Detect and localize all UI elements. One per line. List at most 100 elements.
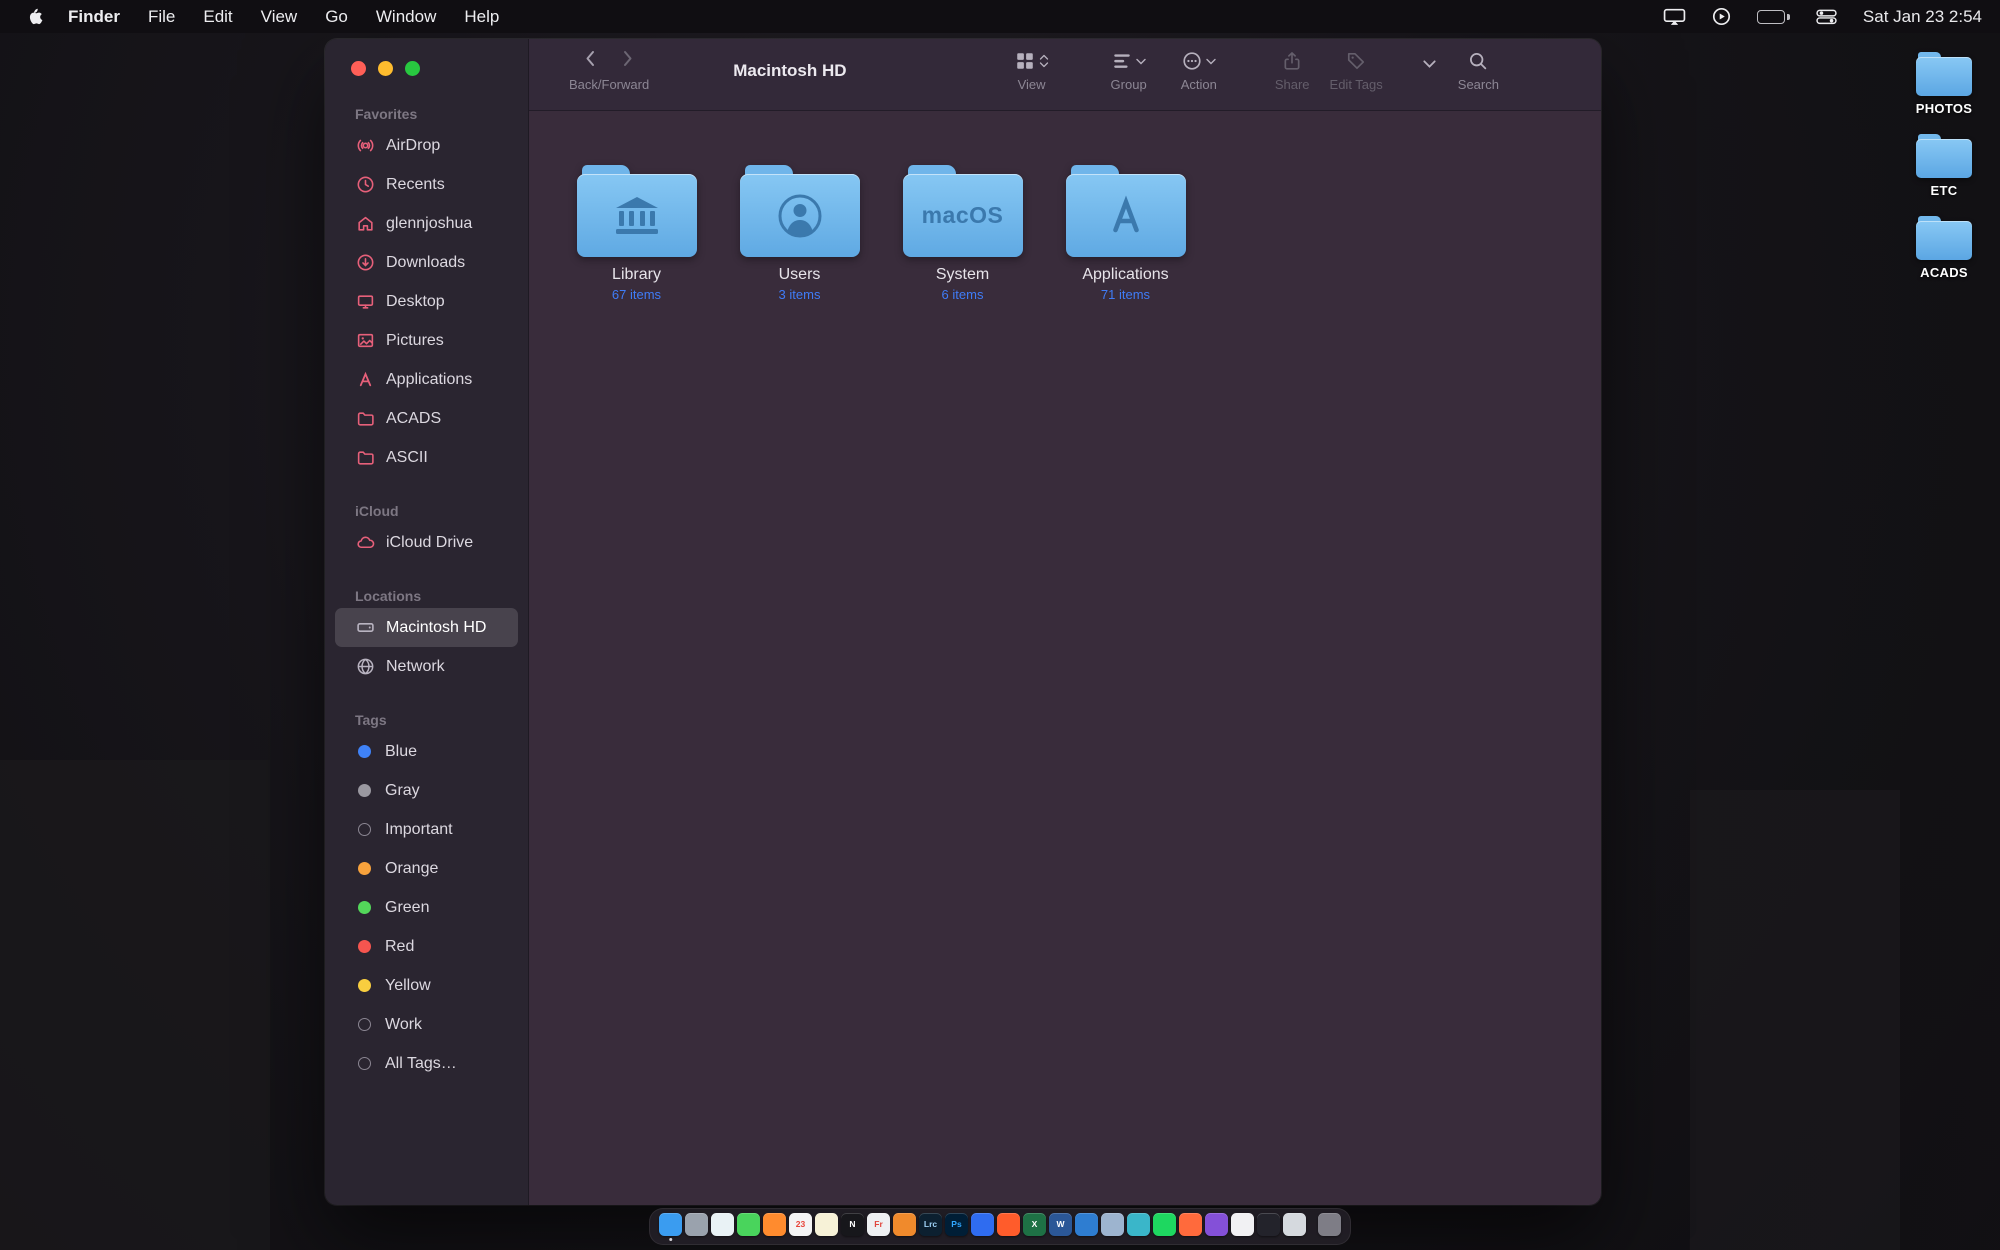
sidebar-item-network[interactable]: Network [335,647,518,686]
sidebar-tag-yellow[interactable]: Yellow [335,966,518,1005]
app-store-glyph-icon [1103,195,1149,237]
folder-item-count[interactable]: 71 items [1101,287,1150,302]
sidebar-item-macintosh-hd[interactable]: Macintosh HD [335,608,518,647]
dock-app-5[interactable] [1075,1213,1098,1236]
dock-finder[interactable] [659,1213,682,1236]
sidebar-all-tags[interactable]: All Tags… [335,1044,518,1083]
sidebar-item-label: Yellow [385,977,431,995]
dock-firefox-2[interactable] [997,1213,1020,1236]
close-button[interactable] [351,61,366,76]
menu-item-help[interactable]: Help [464,7,499,27]
dock-app-1[interactable] [711,1213,734,1236]
menu-item-edit[interactable]: Edit [203,7,232,27]
minimize-button[interactable] [378,61,393,76]
sidebar-tag-orange[interactable]: Orange [335,849,518,888]
dock-calendar[interactable]: 23 [789,1213,812,1236]
folder-system[interactable]: macOS System 6 items [881,165,1044,302]
menu-bar: Finder File Edit View Go Window Help Sat… [0,0,2000,33]
toolbar-overflow-chevron[interactable] [1423,55,1436,73]
sidebar-item-acads[interactable]: ACADS [335,399,518,438]
cloud-icon [355,533,375,553]
dock-app-6[interactable] [1101,1213,1124,1236]
sidebar-item-label: Blue [385,743,417,761]
back-forward-label: Back/Forward [569,77,649,92]
sidebar-item-label: iCloud Drive [386,534,473,552]
sidebar-item-airdrop[interactable]: AirDrop [335,126,518,165]
tag-icon [1346,51,1366,71]
sidebar-item-applications[interactable]: Applications [335,360,518,399]
dock-word[interactable]: W [1049,1213,1072,1236]
dock-app-12[interactable] [1283,1213,1306,1236]
sidebar-tag-red[interactable]: Red [335,927,518,966]
sidebar-item-ascii[interactable]: ASCII [335,438,518,477]
dock-app-4[interactable] [971,1213,994,1236]
dock-trash[interactable] [1318,1213,1341,1236]
forward-button[interactable] [622,49,634,73]
dock-photoshop[interactable]: Ps [945,1213,968,1236]
dock-settings[interactable] [685,1213,708,1236]
tag-dot-yellow [358,979,371,992]
folder-name: Library [612,266,661,284]
battery-icon[interactable] [1757,10,1790,24]
sidebar-item-pictures[interactable]: Pictures [335,321,518,360]
folder-item-count[interactable]: 3 items [779,287,821,302]
dock-notes[interactable] [815,1213,838,1236]
folder-users[interactable]: Users 3 items [718,165,881,302]
dock-spotify[interactable] [1153,1213,1176,1236]
folder-library[interactable]: Library 67 items [555,165,718,302]
finder-window: Favorites AirDrop Recents glennjoshua Do… [325,39,1601,1205]
dock-app-2[interactable]: Fr [867,1213,890,1236]
sidebar-item-recents[interactable]: Recents [335,165,518,204]
desktop-folder-photos[interactable]: PHOTOS [1916,52,1972,116]
zoom-button[interactable] [405,61,420,76]
dock-app-9[interactable] [1205,1213,1228,1236]
menu-item-view[interactable]: View [261,7,298,27]
control-center-icon[interactable] [1816,9,1837,25]
dock-app-3[interactable] [893,1213,916,1236]
sidebar-item-desktop[interactable]: Desktop [335,282,518,321]
dock-app-10[interactable] [1231,1213,1254,1236]
search-button[interactable]: Search [1458,48,1499,92]
group-button[interactable]: Group [1111,48,1147,92]
dock-firefox[interactable] [763,1213,786,1236]
dock-whatsapp[interactable] [737,1213,760,1236]
folder-applications[interactable]: Applications 71 items [1044,165,1207,302]
sidebar-tag-gray[interactable]: Gray [335,771,518,810]
now-playing-icon[interactable] [1712,7,1731,26]
dock-app-8[interactable] [1179,1213,1202,1236]
menu-clock[interactable]: Sat Jan 23 2:54 [1863,7,1982,27]
section-title-icloud: iCloud [325,503,528,523]
dock-notion[interactable]: N [841,1213,864,1236]
sidebar-item-icloud-drive[interactable]: iCloud Drive [335,523,518,562]
menu-item-file[interactable]: File [148,7,175,27]
folder-item-count[interactable]: 67 items [612,287,661,302]
menu-app-name[interactable]: Finder [68,7,120,27]
desktop-folder-label: ETC [1931,183,1958,198]
sidebar-tag-green[interactable]: Green [335,888,518,927]
screen-mirroring-icon[interactable] [1663,8,1686,26]
desktop-folder-etc[interactable]: ETC [1916,134,1972,198]
sidebar-tag-work[interactable]: Work [335,1005,518,1044]
desktop-folder-acads[interactable]: ACADS [1916,216,1972,280]
edit-tags-button[interactable]: Edit Tags [1330,48,1383,92]
dock-app-7[interactable] [1127,1213,1150,1236]
apple-menu-icon[interactable] [28,6,46,27]
back-button[interactable] [584,49,596,73]
dock-excel[interactable]: X [1023,1213,1046,1236]
menu-item-window[interactable]: Window [376,7,436,27]
folder-item-count[interactable]: 6 items [942,287,984,302]
view-button[interactable]: View [1015,48,1049,92]
dock-app-11[interactable] [1257,1213,1280,1236]
sidebar-item-downloads[interactable]: Downloads [335,243,518,282]
sidebar-tag-blue[interactable]: Blue [335,732,518,771]
sidebar-item-home[interactable]: glennjoshua [335,204,518,243]
sidebar-item-label: Recents [386,176,445,194]
share-button[interactable]: Share [1275,48,1310,92]
sidebar-item-label: Work [385,1016,422,1034]
dock-lightroom-classic[interactable]: Lrc [919,1213,942,1236]
menu-item-go[interactable]: Go [325,7,348,27]
sidebar-tag-important[interactable]: Important [335,810,518,849]
action-button[interactable]: Action [1181,48,1217,92]
macos-badge: macOS [922,202,1004,229]
desktop-icon [355,292,375,312]
